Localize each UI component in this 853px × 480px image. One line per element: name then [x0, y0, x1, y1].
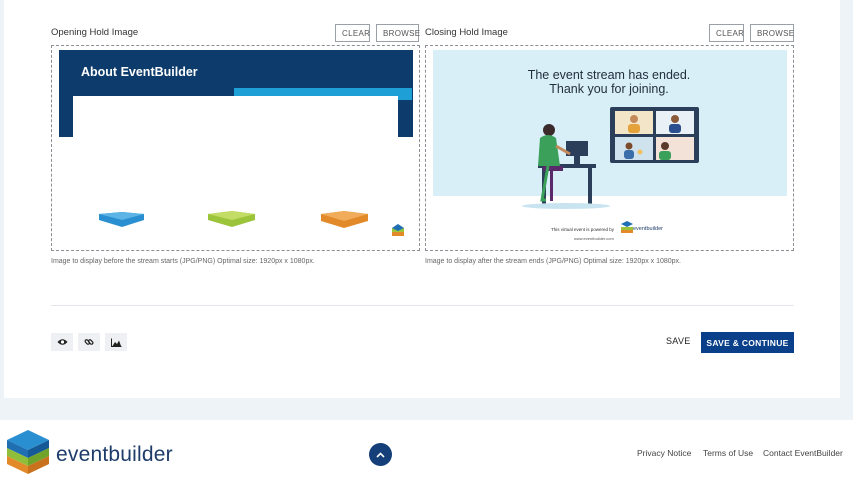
image-gallery-button[interactable] — [105, 333, 127, 351]
opening-clear-button[interactable]: CLEAR — [335, 24, 370, 42]
chevron-up-icon — [376, 451, 385, 458]
save-button[interactable]: SAVE — [666, 336, 691, 346]
closing-browse-button[interactable]: BROWSE — [750, 24, 794, 42]
image-icon — [110, 338, 121, 347]
closing-hold-label: Closing Hold Image — [425, 27, 508, 38]
powered-brand-text: eventbuilder — [633, 226, 663, 232]
closing-image-dropzone[interactable]: The event stream has ended. Thank you fo… — [425, 45, 794, 251]
save-and-continue-button[interactable]: SAVE & CONTINUE — [701, 332, 794, 353]
eye-icon — [57, 339, 67, 345]
opening-image-dropzone[interactable]: About EventBuilder — [51, 45, 420, 251]
video-call-illustration — [522, 107, 699, 233]
section-divider — [51, 305, 794, 306]
terms-of-use-link[interactable]: Terms of Use — [703, 448, 753, 458]
about-illustration — [99, 211, 404, 236]
copy-link-button[interactable] — [78, 333, 100, 351]
privacy-notice-link[interactable]: Privacy Notice — [637, 448, 691, 458]
contact-eventbuilder-link[interactable]: Contact EventBuilder — [763, 448, 843, 458]
opening-help-text: Image to display before the stream start… — [51, 258, 315, 265]
link-icon — [84, 339, 94, 345]
closing-help-text: Image to display after the stream ends (… — [425, 258, 682, 265]
powered-by-text: This virtual event is powered by — [551, 227, 615, 232]
eventbuilder-logo-small-icon — [621, 221, 633, 233]
opening-browse-button[interactable]: BROWSE — [376, 24, 420, 42]
footer-brand-name: eventbuilder — [56, 443, 173, 466]
preview-eye-button[interactable] — [51, 333, 73, 351]
closing-clear-button[interactable]: CLEAR — [709, 24, 744, 42]
powered-url-text: www.eventbuilder.com — [574, 236, 614, 241]
opening-hold-label: Opening Hold Image — [51, 27, 139, 38]
eventbuilder-cube-small-icon — [392, 224, 404, 236]
eventbuilder-logo-icon — [7, 430, 49, 474]
scroll-to-top-button[interactable] — [369, 443, 392, 466]
